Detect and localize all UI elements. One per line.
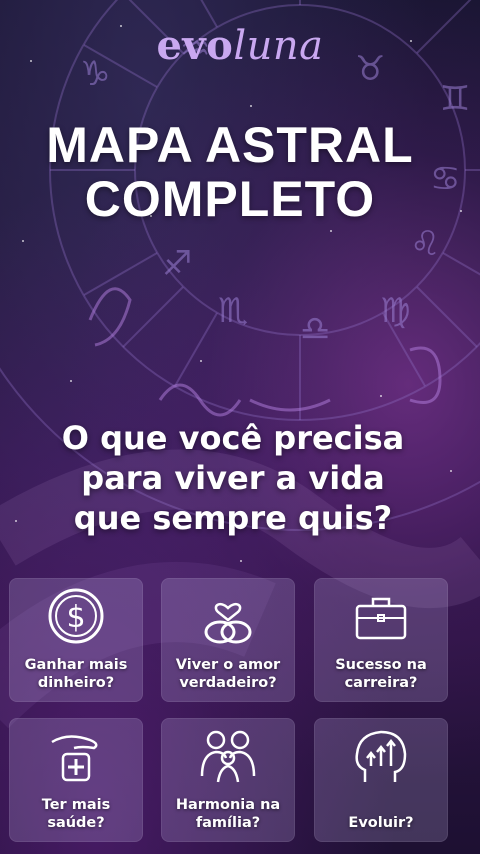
brand-logo-part-luna: luna [233, 23, 324, 69]
question-text: O que você precisa para viver a vida que… [0, 418, 466, 538]
option-label-family: Harmonia na família? [175, 797, 281, 831]
option-label-career: Sucesso na carreira? [335, 657, 427, 691]
svg-text:$: $ [66, 600, 85, 635]
page-title-line-2: COMPLETO [84, 171, 376, 227]
brand-logo: evoluna [0, 22, 480, 69]
option-label-evolve: Evoluir? [348, 815, 414, 831]
growth-mind-icon [355, 730, 407, 782]
options-grid: $ Ganhar mais dinheiro? Viver o amor ver… [9, 578, 471, 842]
option-card-family[interactable]: Harmonia na família? [161, 718, 295, 842]
page-title-line-1: MAPA ASTRAL [46, 117, 414, 173]
dollar-coin-icon: $ [48, 588, 104, 644]
option-label-money: Ganhar mais dinheiro? [24, 657, 128, 691]
option-card-evolve[interactable]: Evoluir? [314, 718, 448, 842]
brand-logo-part-evo: evo [156, 22, 234, 69]
option-card-love[interactable]: Viver o amor verdadeiro? [161, 578, 295, 702]
option-label-health: Ter mais saúde? [41, 797, 111, 831]
app-screen: ♎ ♏ ♐ ♍ ♌ ♋ ♊ ♉ ♑ ♒ evoluna MAPA ASTRAL … [0, 0, 480, 854]
question-line-1: O que você precisa [61, 419, 405, 457]
option-card-money[interactable]: $ Ganhar mais dinheiro? [9, 578, 143, 702]
page-title: MAPA ASTRAL COMPLETO [0, 118, 460, 226]
health-hand-cross-icon [51, 735, 98, 782]
option-label-love: Viver o amor verdadeiro? [175, 657, 281, 691]
family-icon [200, 730, 256, 783]
briefcase-icon [355, 597, 407, 640]
question-line-3: que sempre quis? [73, 499, 393, 537]
option-card-health[interactable]: Ter mais saúde? [9, 718, 143, 842]
option-card-career[interactable]: Sucesso na carreira? [314, 578, 448, 702]
wedding-rings-heart-icon [204, 602, 252, 644]
question-line-2: para viver a vida [81, 459, 385, 497]
